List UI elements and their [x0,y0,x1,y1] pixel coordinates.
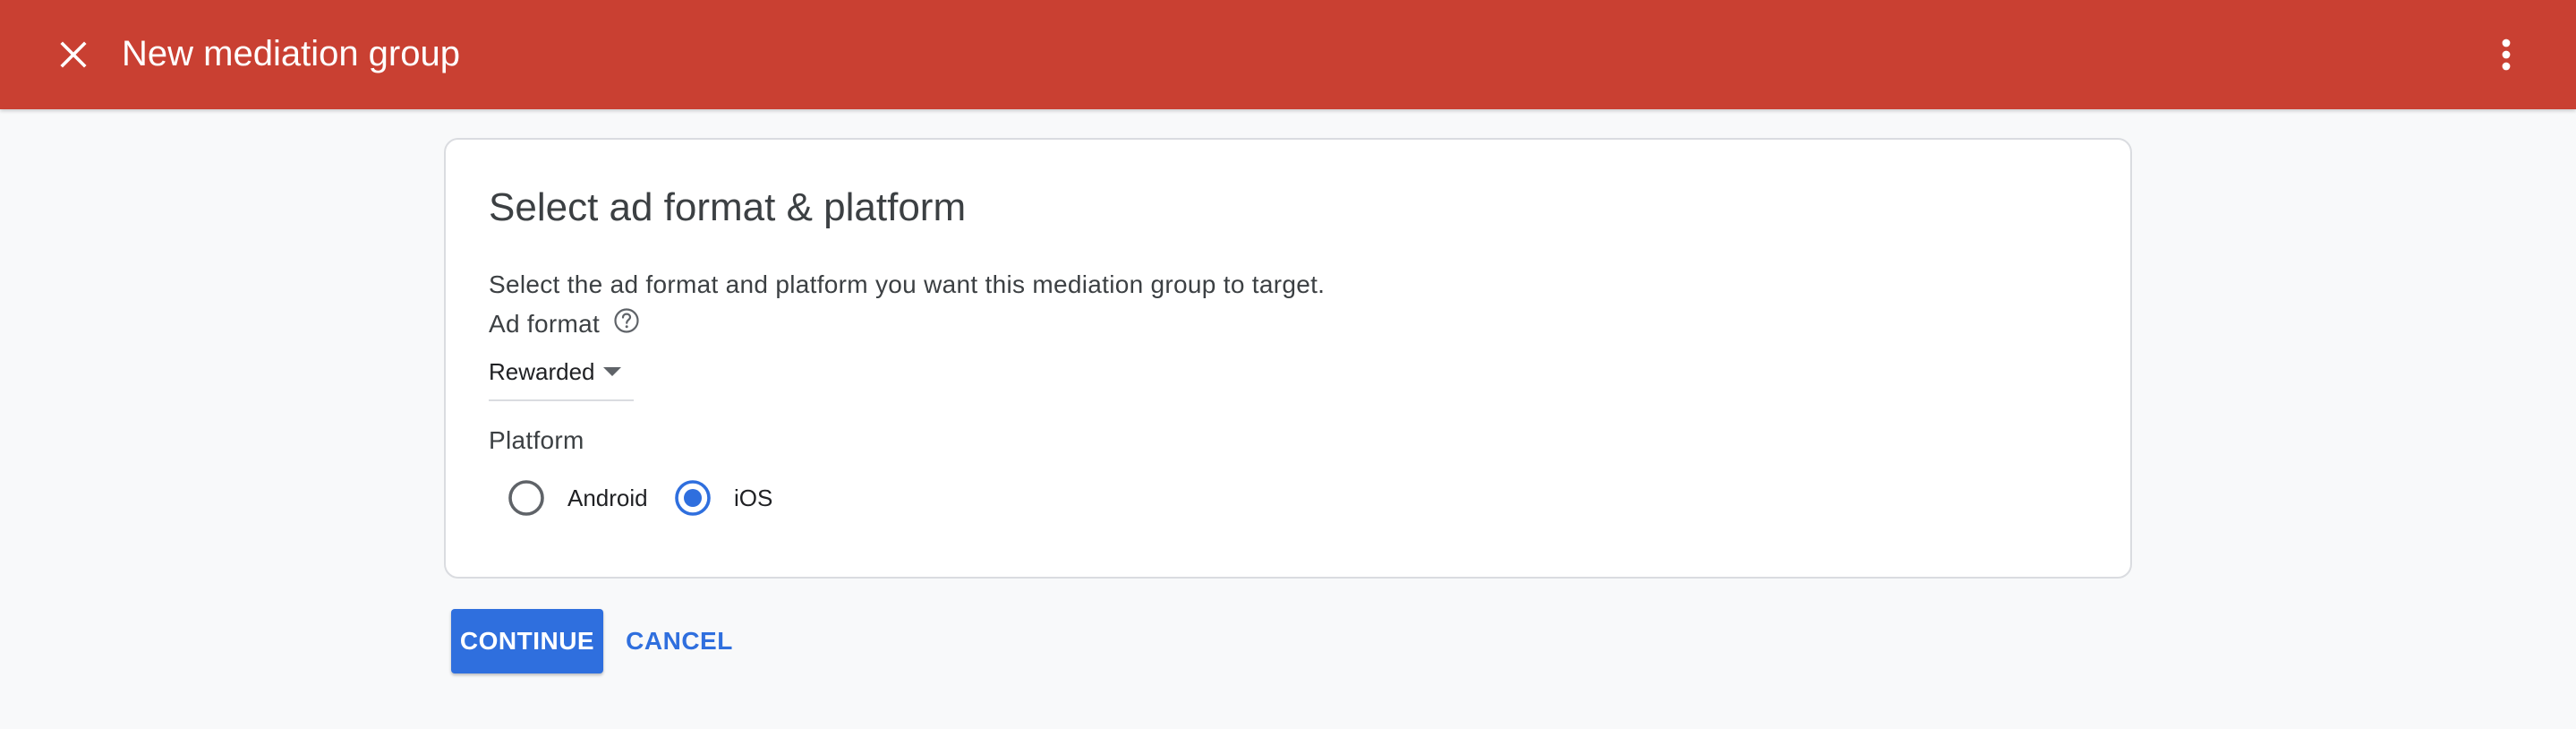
ad-format-label: Ad format [489,310,601,338]
radio-button-checked[interactable] [664,469,721,527]
more-options-button[interactable] [2481,22,2531,87]
platform-radio-ios[interactable]: iOS [664,469,772,527]
arrow-drop-down-icon [603,367,621,376]
more-vert-icon [2502,39,2511,71]
top-app-bar: New mediation group [0,0,2576,109]
close-button[interactable] [47,28,100,81]
close-icon [60,41,87,68]
continue-button[interactable]: CONTINUE [451,609,603,673]
ad-format-selected-value: Rewarded [489,358,595,385]
platform-radio-android[interactable]: Android [498,469,648,527]
radio-unchecked-icon [508,480,544,516]
radio-checked-icon [675,480,711,516]
cancel-button[interactable]: CANCEL [618,609,741,673]
radio-button-unchecked[interactable] [498,469,555,527]
platform-option-label: iOS [734,485,773,511]
page-title: New mediation group [122,34,460,73]
ad-format-dropdown[interactable]: Rewarded [489,347,634,401]
card-description: Select the ad format and platform you wa… [489,270,1326,298]
help-circle-icon[interactable] [612,306,641,335]
card-title: Select ad format & platform [489,185,967,229]
platform-option-label: Android [567,485,648,511]
platform-label: Platform [489,426,584,454]
